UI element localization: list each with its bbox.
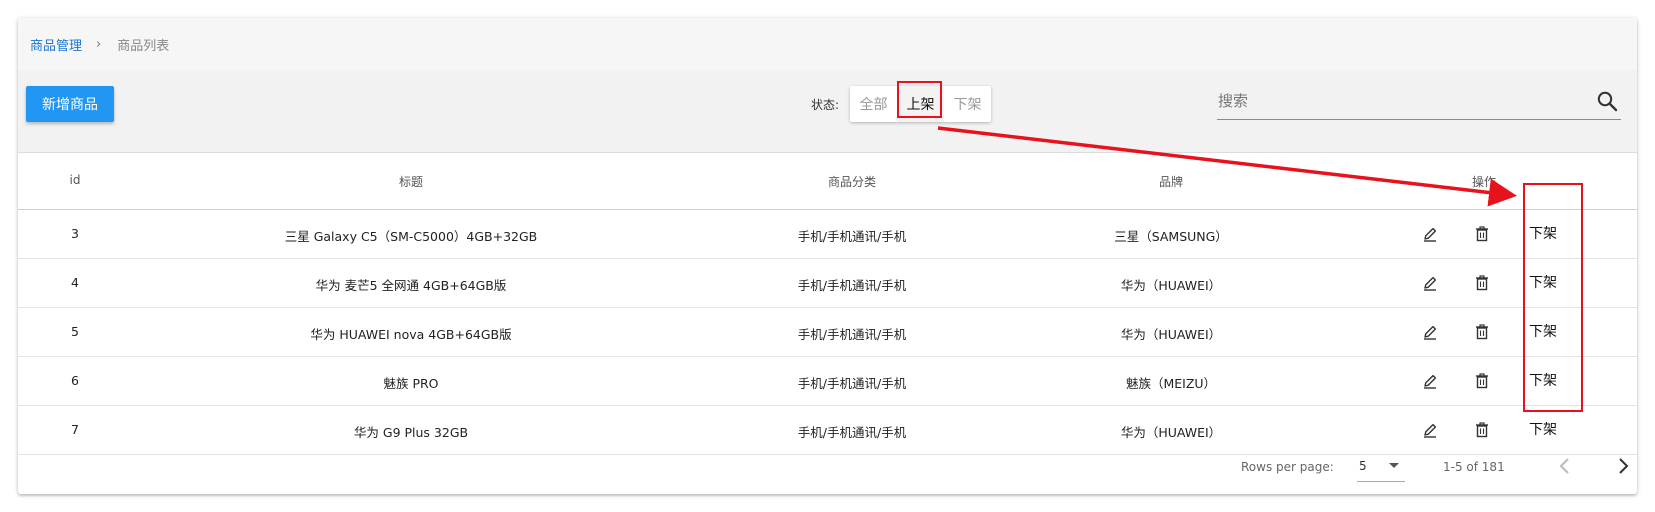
edit-icon[interactable] bbox=[1420, 322, 1440, 342]
table-row: 3 三星 Galaxy C5（SM-C5000）4GB+32GB 手机/手机通讯/手… bbox=[18, 210, 1637, 259]
breadcrumb-root-link[interactable]: 商品管理 bbox=[30, 35, 82, 54]
table-row: 5 华为 HUAWEI nova 4GB+64GB版 手机/手机通讯/手机 华为（HU… bbox=[18, 308, 1637, 357]
rows-per-page-label: Rows per page: bbox=[1241, 460, 1334, 474]
status-all-button[interactable]: 全部 bbox=[850, 86, 897, 122]
status-onshelf-button[interactable]: 上架 bbox=[897, 86, 944, 122]
cell-category: 手机/手机通讯/手机 bbox=[797, 327, 907, 342]
offshelf-button[interactable]: 下架 bbox=[1529, 419, 1557, 439]
trash-icon[interactable] bbox=[1472, 420, 1492, 440]
pagination: Rows per page: 5 1-5 of 181 bbox=[18, 438, 1637, 494]
cell-category: 手机/手机通讯/手机 bbox=[797, 376, 907, 391]
column-header-brand[interactable]: 品牌 bbox=[1159, 173, 1183, 190]
product-list-card: 商品管理 › 商品列表 新增商品 状态: 全部 上架 下架 id 标题 商品分类… bbox=[18, 18, 1637, 494]
column-header-id[interactable]: id bbox=[70, 173, 81, 187]
breadcrumb-current: 商品列表 bbox=[117, 38, 170, 54]
cell-brand: 三星（SAMSUNG） bbox=[1114, 229, 1228, 244]
cell-title: 三星 Galaxy C5（SM-C5000）4GB+32GB bbox=[284, 229, 538, 244]
chevron-left-icon[interactable] bbox=[1553, 454, 1577, 478]
offshelf-button[interactable]: 下架 bbox=[1529, 321, 1557, 341]
chevron-right-icon: › bbox=[96, 36, 102, 52]
status-offshelf-button[interactable]: 下架 bbox=[944, 86, 991, 122]
cell-category: 手机/手机通讯/手机 bbox=[797, 278, 907, 293]
caret-down-icon bbox=[1389, 463, 1399, 468]
rows-per-page-select[interactable]: 5 bbox=[1357, 450, 1405, 482]
cell-id: 7 bbox=[71, 422, 79, 437]
column-header-actions: 操作 bbox=[1471, 175, 1497, 189]
trash-icon[interactable] bbox=[1472, 224, 1492, 244]
breadcrumb: 商品管理 › 商品列表 bbox=[18, 18, 1637, 70]
trash-icon[interactable] bbox=[1472, 273, 1492, 293]
cell-brand: 华为（HUAWEI） bbox=[1120, 278, 1222, 293]
column-header-title[interactable]: 标题 bbox=[399, 173, 423, 190]
table-row: 6 魅族 PRO 手机/手机通讯/手机 魅族（MEIZU） 下架 bbox=[18, 357, 1637, 406]
table-row: 4 华为 麦芒5 全网通 4GB+64GB版 手机/手机通讯/手机 华为（HUAWEI… bbox=[18, 259, 1637, 308]
chevron-right-icon[interactable] bbox=[1611, 454, 1635, 478]
search-icon[interactable] bbox=[1595, 89, 1619, 113]
cell-id: 5 bbox=[71, 324, 79, 339]
search-box bbox=[1217, 82, 1621, 120]
cell-title: 华为 麦芒5 全网通 4GB+64GB版 bbox=[315, 278, 507, 293]
rows-per-page-value: 5 bbox=[1359, 458, 1367, 473]
offshelf-button[interactable]: 下架 bbox=[1529, 370, 1557, 390]
trash-icon[interactable] bbox=[1472, 322, 1492, 342]
edit-icon[interactable] bbox=[1420, 420, 1440, 440]
search-input[interactable] bbox=[1217, 85, 1595, 116]
cell-id: 4 bbox=[71, 275, 79, 290]
edit-icon[interactable] bbox=[1420, 273, 1440, 293]
cell-id: 3 bbox=[71, 226, 79, 241]
edit-icon[interactable] bbox=[1420, 224, 1440, 244]
cell-id: 6 bbox=[71, 373, 79, 388]
cell-brand: 华为（HUAWEI） bbox=[1120, 327, 1222, 342]
pagination-range: 1-5 of 181 bbox=[1443, 460, 1505, 474]
status-filter-label: 状态: bbox=[811, 98, 840, 112]
toolbar: 新增商品 状态: 全部 上架 下架 bbox=[18, 70, 1637, 153]
edit-icon[interactable] bbox=[1420, 371, 1440, 391]
cell-brand: 魅族（MEIZU） bbox=[1125, 376, 1217, 391]
cell-title: 魅族 PRO bbox=[383, 376, 439, 391]
column-header-category[interactable]: 商品分类 bbox=[828, 173, 876, 190]
status-filter-group: 全部 上架 下架 bbox=[850, 86, 991, 122]
offshelf-button[interactable]: 下架 bbox=[1529, 223, 1557, 243]
cell-title: 华为 HUAWEI nova 4GB+64GB版 bbox=[310, 327, 512, 342]
cell-category: 手机/手机通讯/手机 bbox=[797, 229, 907, 244]
offshelf-button[interactable]: 下架 bbox=[1529, 272, 1557, 292]
add-product-button[interactable]: 新增商品 bbox=[26, 86, 114, 122]
trash-icon[interactable] bbox=[1472, 371, 1492, 391]
table-header: id 标题 商品分类 品牌 操作 bbox=[18, 153, 1637, 210]
